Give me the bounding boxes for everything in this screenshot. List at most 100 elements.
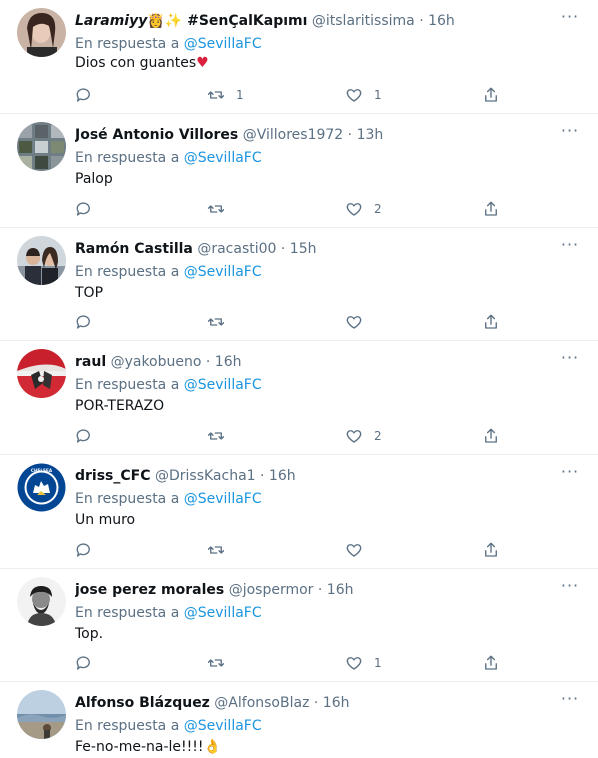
more-options-icon[interactable]: ··· [560,350,580,367]
more-options-icon[interactable]: ··· [560,9,580,26]
more-options-icon[interactable]: ··· [560,123,580,140]
reply-to-link[interactable]: @SevillaFC [184,718,262,734]
heart-icon [346,430,362,443]
reply-button[interactable] [75,653,93,673]
timestamp[interactable]: 15h [290,241,317,257]
heart-emoji: ♥ [196,55,209,71]
tweet-header: raul @yakobueno · 16h [75,353,558,371]
reply-feed: Laramiyy👸✨ #SenÇalKapımı @itslaritissima… [0,0,598,758]
reply-button[interactable] [75,540,93,560]
handle[interactable]: @yakobueno [111,354,202,370]
more-options-icon[interactable]: ··· [560,578,580,595]
like-button[interactable]: 2 [345,199,382,219]
display-name[interactable]: Ramón Castilla [75,241,193,257]
tweet-text: Un muro [75,512,136,528]
avatar[interactable] [17,236,66,285]
retweet-button[interactable] [207,426,236,446]
tweet[interactable]: raul @yakobueno · 16h ··· En respuesta a… [0,341,598,455]
reply-button[interactable] [75,199,93,219]
reply-button[interactable] [75,426,93,446]
reply-button[interactable] [75,85,93,105]
display-name[interactable]: raul [75,354,106,370]
retweet-icon [207,546,225,554]
tweet-header: jose perez morales @jospermor · 16h [75,581,558,599]
tweet[interactable]: jose perez morales @jospermor · 16h ··· … [0,569,598,682]
reply-prefix: En respuesta a [75,491,180,507]
action-bar: 2 [75,199,505,219]
timestamp[interactable]: 16h [269,468,296,484]
reply-to-link[interactable]: @SevillaFC [184,36,262,52]
reply-prefix: En respuesta a [75,36,180,52]
heart-icon [346,89,362,102]
like-button[interactable] [345,540,374,560]
more-options-icon[interactable]: ··· [560,464,580,481]
reply-context: En respuesta a @SevillaFC [75,263,262,281]
display-name[interactable]: Alfonso Blázquez [75,695,210,711]
avatar[interactable] [17,690,66,739]
timestamp[interactable]: 13h [357,127,384,143]
share-button[interactable] [482,312,500,332]
share-icon [485,428,497,443]
tweet[interactable]: Alfonso Blázquez @AlfonsoBlaz · 16h ··· … [0,682,598,758]
action-bar: 1 [75,653,505,673]
reply-to-link[interactable]: @SevillaFC [184,264,262,280]
display-name[interactable]: José Antonio Villores [75,127,238,143]
reply-prefix: En respuesta a [75,377,180,393]
tweet[interactable]: Ramón Castilla @racasti00 · 15h ··· En r… [0,228,598,341]
avatar[interactable] [17,8,66,57]
tweet[interactable]: CHELSEA driss_CFC @DrissKacha1 · 16h ···… [0,455,598,569]
timestamp[interactable]: 16h [327,582,354,598]
avatar[interactable]: CHELSEA [17,463,66,512]
handle[interactable]: @Villores1972 [243,127,344,143]
more-options-icon[interactable]: ··· [560,237,580,254]
reply-to-link[interactable]: @SevillaFC [184,377,262,393]
share-button[interactable] [482,85,500,105]
retweet-button[interactable] [207,653,236,673]
timestamp[interactable]: 16h [323,695,350,711]
retweet-button[interactable]: 1 [207,85,244,105]
like-button[interactable] [345,312,374,332]
handle[interactable]: @DrissKacha1 [155,468,256,484]
tweet-header: Laramiyy👸✨ #SenÇalKapımı @itslaritissima… [75,12,558,30]
retweet-button[interactable] [207,312,236,332]
handle[interactable]: @jospermor [229,582,314,598]
like-button[interactable]: 1 [345,85,382,105]
separator-dot: · [313,695,319,711]
reply-to-link[interactable]: @SevillaFC [184,605,262,621]
action-bar [75,312,505,332]
tweet[interactable]: José Antonio Villores @Villores1972 · 13… [0,114,598,228]
retweet-count: 1 [236,88,244,102]
heart-icon [346,657,362,670]
display-name[interactable]: jose perez morales [75,582,224,598]
retweet-button[interactable] [207,540,236,560]
share-button[interactable] [482,540,500,560]
timestamp[interactable]: 16h [215,354,242,370]
timestamp[interactable]: 16h [428,13,455,29]
reply-button[interactable] [75,312,93,332]
display-name[interactable]: Laramiyy👸✨ #SenÇalKapımı [75,13,307,29]
like-button[interactable]: 1 [345,653,382,673]
avatar[interactable] [17,122,66,171]
tweet-text: Palop [75,171,113,187]
avatar[interactable] [17,349,66,398]
reply-prefix: En respuesta a [75,605,180,621]
more-options-icon[interactable]: ··· [560,691,580,708]
tweet[interactable]: Laramiyy👸✨ #SenÇalKapımı @itslaritissima… [0,0,598,114]
like-count: 1 [374,656,382,670]
like-button[interactable]: 2 [345,426,382,446]
share-button[interactable] [482,199,500,219]
share-icon [485,87,497,102]
handle[interactable]: @AlfonsoBlaz [214,695,309,711]
avatar[interactable] [17,577,66,626]
retweet-icon [207,318,225,326]
reply-context: En respuesta a @SevillaFC [75,604,262,622]
reply-to-link[interactable]: @SevillaFC [184,150,262,166]
display-name[interactable]: driss_CFC [75,468,151,484]
ok-hand-emoji: 👌 [203,739,221,755]
share-button[interactable] [482,653,500,673]
handle[interactable]: @itslaritissima [312,13,415,29]
retweet-button[interactable] [207,199,236,219]
handle[interactable]: @racasti00 [197,241,276,257]
share-button[interactable] [482,426,500,446]
reply-to-link[interactable]: @SevillaFC [184,491,262,507]
